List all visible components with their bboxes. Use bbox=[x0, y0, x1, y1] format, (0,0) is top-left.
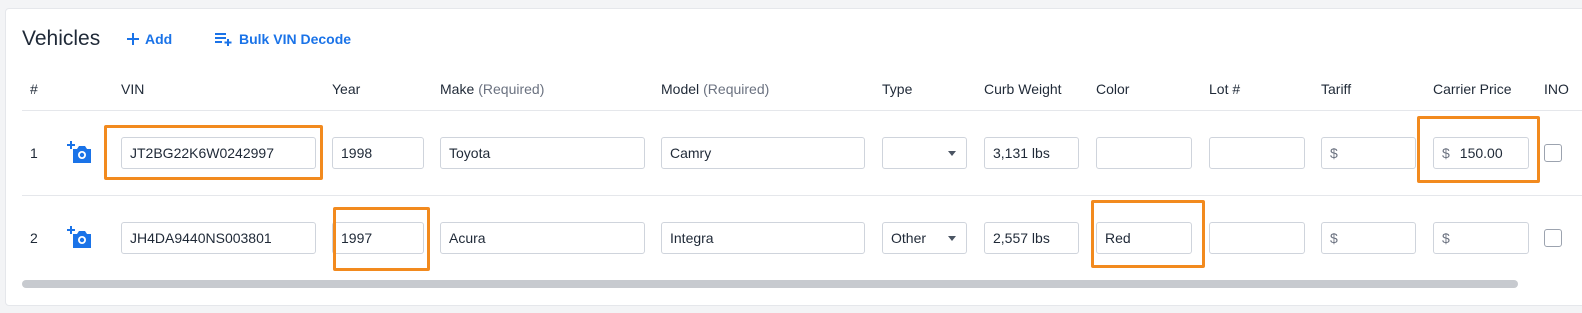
vin-input[interactable]: JH4DA9440NS003801 bbox=[121, 222, 316, 254]
lot-input[interactable] bbox=[1209, 222, 1305, 254]
currency-symbol: $ bbox=[1330, 230, 1338, 246]
carrier-price-input[interactable]: $ 150.00 bbox=[1433, 137, 1529, 169]
currency-symbol: $ bbox=[1442, 230, 1450, 246]
row-divider bbox=[22, 195, 1582, 196]
chevron-down-icon bbox=[948, 236, 956, 241]
col-header-year: Year bbox=[332, 81, 361, 97]
plus-icon bbox=[127, 33, 139, 45]
vehicles-panel: Vehicles Add Bulk VIN Decode # VIN Year … bbox=[5, 8, 1582, 306]
required-hint: (Required) bbox=[703, 81, 770, 97]
type-select-value: Other bbox=[891, 230, 927, 246]
color-input[interactable] bbox=[1096, 137, 1192, 169]
year-input[interactable]: 1997 bbox=[332, 222, 424, 254]
type-select[interactable] bbox=[882, 137, 967, 169]
playlist-add-icon bbox=[215, 33, 232, 46]
make-input[interactable]: Acura bbox=[440, 222, 645, 254]
type-select[interactable]: Other bbox=[882, 222, 967, 254]
add-photo-camera-icon[interactable] bbox=[67, 225, 93, 249]
col-header-curb-weight: Curb Weight bbox=[984, 81, 1062, 97]
color-input[interactable]: Red bbox=[1096, 222, 1192, 254]
col-header-make-label: Make bbox=[440, 81, 475, 97]
bulk-vin-decode-button[interactable]: Bulk VIN Decode bbox=[215, 31, 351, 47]
inop-checkbox[interactable] bbox=[1544, 144, 1562, 162]
col-header-make: Make (Required) bbox=[440, 81, 544, 97]
bulk-vin-decode-label: Bulk VIN Decode bbox=[239, 31, 352, 47]
col-header-number: # bbox=[30, 81, 38, 97]
tariff-input[interactable]: $ bbox=[1321, 222, 1416, 254]
horizontal-scrollbar[interactable] bbox=[22, 280, 1518, 288]
add-photo-camera-icon[interactable] bbox=[67, 140, 93, 164]
carrier-price-value: 150.00 bbox=[1459, 145, 1503, 161]
model-input[interactable]: Integra bbox=[661, 222, 865, 254]
header-divider bbox=[22, 110, 1582, 111]
curb-weight-input[interactable]: 2,557 lbs bbox=[984, 222, 1079, 254]
required-hint: (Required) bbox=[478, 81, 545, 97]
col-header-lot: Lot # bbox=[1209, 81, 1241, 97]
make-input[interactable]: Toyota bbox=[440, 137, 645, 169]
add-vehicle-label: Add bbox=[145, 31, 173, 47]
vin-input[interactable]: JT2BG22K6W0242997 bbox=[121, 137, 316, 169]
year-input[interactable]: 1998 bbox=[332, 137, 424, 169]
lot-input[interactable] bbox=[1209, 137, 1305, 169]
row-number: 1 bbox=[30, 145, 38, 161]
inop-checkbox[interactable] bbox=[1544, 229, 1562, 247]
col-header-color: Color bbox=[1096, 81, 1130, 97]
currency-symbol: $ bbox=[1442, 145, 1450, 161]
col-header-model: Model (Required) bbox=[661, 81, 769, 97]
col-header-vin: VIN bbox=[121, 81, 145, 97]
currency-symbol: $ bbox=[1330, 145, 1338, 161]
curb-weight-input[interactable]: 3,131 lbs bbox=[984, 137, 1079, 169]
col-header-type: Type bbox=[882, 81, 913, 97]
col-header-inop: INO bbox=[1544, 81, 1569, 97]
tariff-input[interactable]: $ bbox=[1321, 137, 1416, 169]
section-title: Vehicles bbox=[22, 27, 101, 50]
col-header-model-label: Model bbox=[661, 81, 700, 97]
add-vehicle-button[interactable]: Add bbox=[127, 31, 172, 47]
col-header-tariff: Tariff bbox=[1321, 81, 1352, 97]
row-number: 2 bbox=[30, 230, 38, 246]
chevron-down-icon bbox=[948, 151, 956, 156]
col-header-carrier-price: Carrier Price bbox=[1433, 81, 1512, 97]
carrier-price-input[interactable]: $ bbox=[1433, 222, 1529, 254]
model-input[interactable]: Camry bbox=[661, 137, 865, 169]
